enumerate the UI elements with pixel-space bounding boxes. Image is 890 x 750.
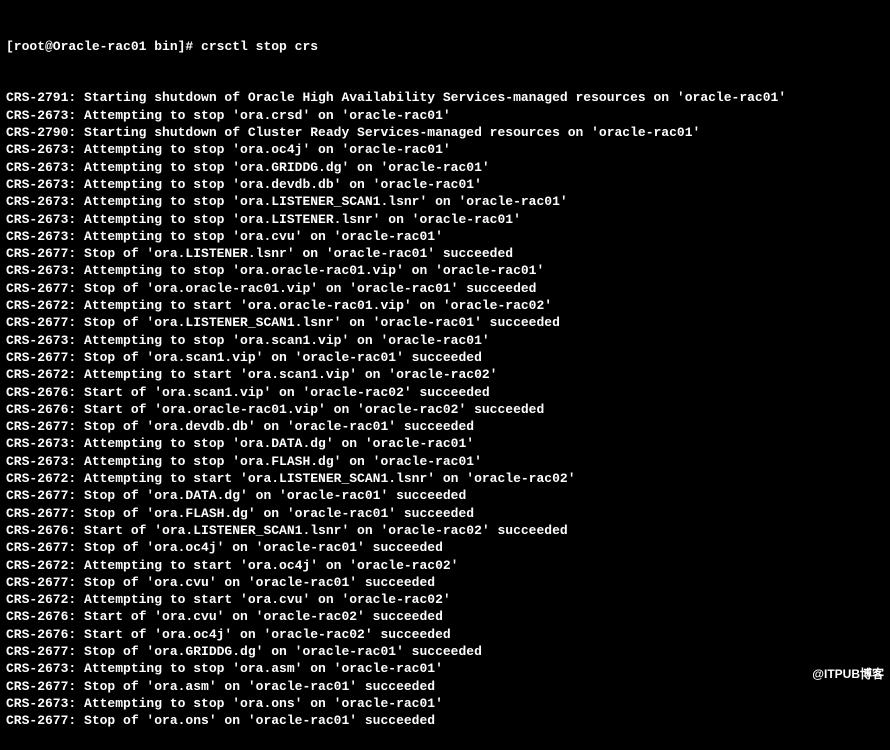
command-line: [root@Oracle-rac01 bin]# crsctl stop crs — [6, 38, 884, 55]
log-line: CRS-2677: Stop of 'ora.GRIDDG.dg' on 'or… — [6, 643, 884, 660]
log-line: CRS-2672: Attempting to start 'ora.oc4j'… — [6, 557, 884, 574]
log-line: CRS-2677: Stop of 'ora.FLASH.dg' on 'ora… — [6, 505, 884, 522]
log-line: CRS-2673: Attempting to stop 'ora.oc4j' … — [6, 141, 884, 158]
log-line: CRS-2673: Attempting to stop 'ora.ons' o… — [6, 695, 884, 712]
log-line: CRS-2676: Start of 'ora.oracle-rac01.vip… — [6, 401, 884, 418]
log-line: CRS-2673: Attempting to stop 'ora.scan1.… — [6, 332, 884, 349]
log-line: CRS-2677: Stop of 'ora.cvu' on 'oracle-r… — [6, 574, 884, 591]
shell-prompt: [root@Oracle-rac01 bin]# — [6, 39, 201, 54]
log-line: CRS-2673: Attempting to stop 'ora.LISTEN… — [6, 211, 884, 228]
log-line: CRS-2791: Starting shutdown of Oracle Hi… — [6, 89, 884, 106]
watermark-label: @ITPUB博客 — [812, 666, 884, 683]
log-container: CRS-2791: Starting shutdown of Oracle Hi… — [6, 89, 884, 729]
log-line: CRS-2790: Starting shutdown of Cluster R… — [6, 124, 884, 141]
log-line: CRS-2672: Attempting to start 'ora.oracl… — [6, 297, 884, 314]
log-line: CRS-2673: Attempting to stop 'ora.cvu' o… — [6, 228, 884, 245]
log-line: CRS-2673: Attempting to stop 'ora.FLASH.… — [6, 453, 884, 470]
log-line: CRS-2677: Stop of 'ora.LISTENER.lsnr' on… — [6, 245, 884, 262]
log-line: CRS-2677: Stop of 'ora.asm' on 'oracle-r… — [6, 678, 884, 695]
log-line: CRS-2673: Attempting to stop 'ora.crsd' … — [6, 107, 884, 124]
log-line: CRS-2676: Start of 'ora.oc4j' on 'oracle… — [6, 626, 884, 643]
log-line: CRS-2677: Stop of 'ora.LISTENER_SCAN1.ls… — [6, 314, 884, 331]
log-line: CRS-2677: Stop of 'ora.scan1.vip' on 'or… — [6, 349, 884, 366]
log-line: CRS-2673: Attempting to stop 'ora.devdb.… — [6, 176, 884, 193]
log-line: CRS-2677: Stop of 'ora.DATA.dg' on 'orac… — [6, 487, 884, 504]
log-line: CRS-2673: Attempting to stop 'ora.GRIDDG… — [6, 159, 884, 176]
log-line: CRS-2673: Attempting to stop 'ora.asm' o… — [6, 660, 884, 677]
log-line: CRS-2673: Attempting to stop 'ora.LISTEN… — [6, 193, 884, 210]
log-line: CRS-2676: Start of 'ora.cvu' on 'oracle-… — [6, 608, 884, 625]
log-line: CRS-2673: Attempting to stop 'ora.oracle… — [6, 262, 884, 279]
log-line: CRS-2677: Stop of 'ora.oc4j' on 'oracle-… — [6, 539, 884, 556]
log-line: CRS-2673: Attempting to stop 'ora.DATA.d… — [6, 435, 884, 452]
log-line: CRS-2672: Attempting to start 'ora.LISTE… — [6, 470, 884, 487]
log-line: CRS-2677: Stop of 'ora.oracle-rac01.vip'… — [6, 280, 884, 297]
log-line: CRS-2676: Start of 'ora.LISTENER_SCAN1.l… — [6, 522, 884, 539]
log-line: CRS-2677: Stop of 'ora.ons' on 'oracle-r… — [6, 712, 884, 729]
log-line: CRS-2677: Stop of 'ora.devdb.db' on 'ora… — [6, 418, 884, 435]
log-line: CRS-2672: Attempting to start 'ora.scan1… — [6, 366, 884, 383]
log-line: CRS-2672: Attempting to start 'ora.cvu' … — [6, 591, 884, 608]
terminal-output: [root@Oracle-rac01 bin]# crsctl stop crs… — [0, 0, 890, 750]
entered-command: crsctl stop crs — [201, 39, 318, 54]
log-line: CRS-2676: Start of 'ora.scan1.vip' on 'o… — [6, 384, 884, 401]
